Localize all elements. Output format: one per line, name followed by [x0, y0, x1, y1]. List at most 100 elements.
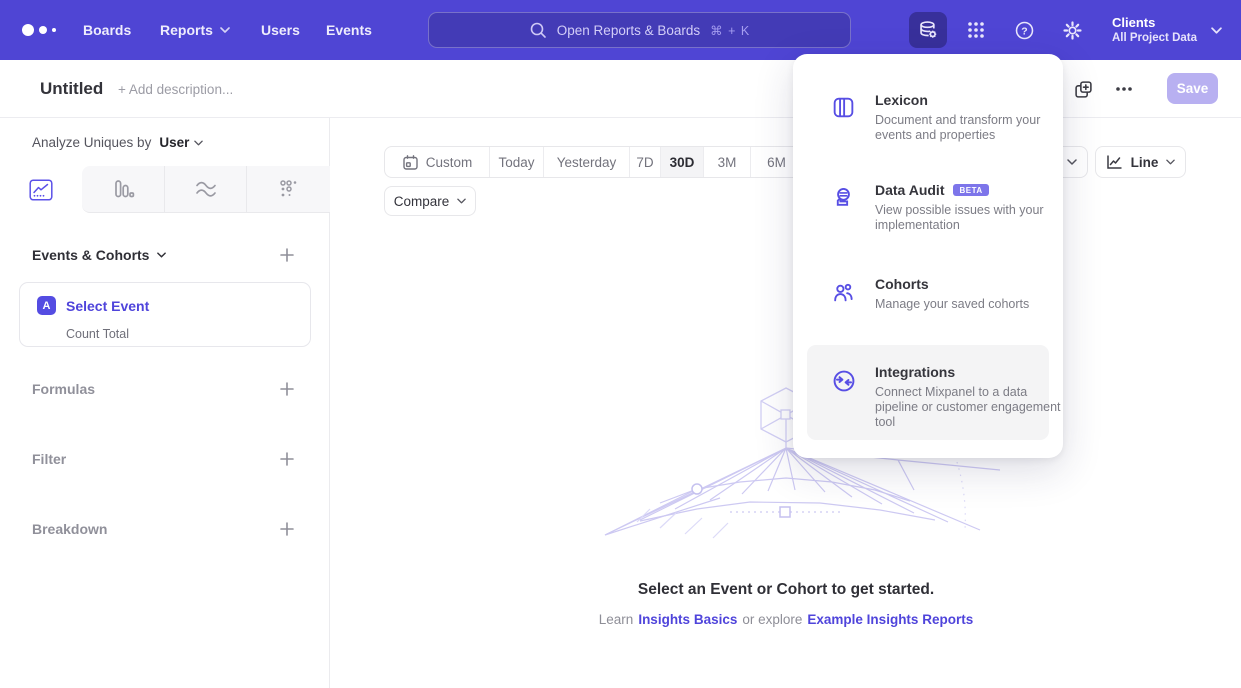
menu-item-integrations[interactable]: Integrations Connect Mixpanel to a data … [807, 345, 1049, 440]
nav-item-reports[interactable]: Reports [160, 0, 230, 60]
chevron-down-icon [194, 140, 203, 146]
tab-bar-chart[interactable] [82, 166, 164, 213]
range-30d[interactable]: 30D [661, 147, 704, 177]
chevron-down-icon [157, 252, 166, 258]
more-options-button[interactable] [1111, 77, 1137, 101]
tab-stacked-chart[interactable] [164, 166, 246, 213]
add-event-button[interactable] [278, 246, 296, 264]
line-chart-icon [1106, 154, 1123, 170]
query-builder-sidebar: Analyze Uniques by User [0, 118, 330, 688]
analyze-by-value: User [159, 135, 189, 150]
range-label: Custom [426, 155, 473, 170]
nav-item-users[interactable]: Users [261, 0, 300, 60]
empty-state-subtitle: Learn Insights Basics or explore Example… [331, 612, 1241, 627]
plus-icon [279, 247, 295, 263]
range-7d[interactable]: 7D [630, 147, 661, 177]
menu-item-title: Data Audit [875, 182, 944, 198]
top-navbar: Boards Reports Users Events Open Reports… [0, 0, 1241, 60]
line-chart-tab-icon [29, 179, 53, 201]
data-management-button[interactable] [909, 12, 947, 48]
event-metric-label[interactable]: Count Total [66, 327, 129, 341]
database-gear-icon [917, 19, 939, 41]
subtitle-text: or explore [742, 612, 802, 627]
menu-item-title: Integrations [875, 364, 955, 380]
search-shortcut: ⌘ + K [710, 23, 750, 38]
tab-line-chart[interactable] [0, 166, 82, 213]
chevron-down-icon [1166, 159, 1175, 165]
range-label: 3M [718, 155, 737, 170]
menu-item-description: Manage your saved cohorts [875, 297, 1067, 312]
analyze-by-dropdown[interactable]: User [159, 135, 203, 150]
events-section-label: Events & Cohorts [32, 247, 149, 263]
stream-chart-tab-icon [194, 180, 218, 199]
beta-badge: BETA [953, 184, 988, 196]
scatter-tab-icon [278, 178, 300, 200]
data-audit-icon [831, 185, 856, 210]
apps-grid-button[interactable] [957, 12, 995, 48]
event-series-badge: A [37, 296, 56, 315]
subtitle-text: Learn [599, 612, 634, 627]
chart-type-dropdown[interactable]: Line [1095, 146, 1186, 178]
help-button[interactable]: ? [1005, 12, 1043, 48]
range-custom[interactable]: Custom [385, 147, 490, 177]
menu-item-title: Cohorts [875, 276, 929, 292]
chart-type-label: Line [1131, 155, 1159, 170]
cohorts-icon [831, 280, 856, 305]
range-3m[interactable]: 3M [704, 147, 751, 177]
add-filter-button[interactable] [278, 450, 296, 468]
report-title[interactable]: Untitled [40, 79, 103, 99]
help-icon: ? [1014, 20, 1035, 41]
example-reports-link[interactable]: Example Insights Reports [807, 612, 973, 627]
mixpanel-logo-icon[interactable] [22, 22, 56, 38]
calendar-icon [402, 154, 419, 171]
range-label: 6M [767, 155, 786, 170]
nav-item-label: Events [326, 22, 372, 38]
menu-item-cohorts[interactable]: Cohorts Manage your saved cohorts [807, 272, 1049, 344]
insights-basics-link[interactable]: Insights Basics [638, 612, 737, 627]
chevron-down-icon [220, 27, 230, 33]
plus-icon [279, 451, 295, 467]
nav-item-events[interactable]: Events [326, 0, 372, 60]
add-formula-button[interactable] [278, 380, 296, 398]
menu-item-description: Connect Mixpanel to a data pipeline or c… [875, 385, 1067, 430]
plus-icon [279, 381, 295, 397]
range-label: Yesterday [557, 155, 617, 170]
range-label: 7D [636, 155, 653, 170]
event-card[interactable]: A Select Event Count Total [19, 282, 311, 347]
ellipsis-icon [1115, 86, 1133, 92]
menu-item-lexicon[interactable]: Lexicon Document and transform your even… [807, 86, 1049, 178]
project-label: All Project Data [1112, 31, 1197, 46]
nav-item-boards[interactable]: Boards [83, 0, 131, 60]
chevron-down-icon [1067, 159, 1077, 165]
range-today[interactable]: Today [490, 147, 544, 177]
plus-icon [279, 521, 295, 537]
svg-text:?: ? [1021, 25, 1027, 37]
empty-state-title: Select an Event or Cohort to get started… [331, 581, 1241, 599]
filter-section-label: Filter [32, 451, 66, 467]
gear-icon [1062, 20, 1083, 41]
range-label: 30D [670, 155, 695, 170]
org-label: Clients [1112, 15, 1197, 31]
menu-item-data-audit[interactable]: Data Audit BETA View possible issues wit… [807, 178, 1049, 272]
menu-item-title: Lexicon [875, 92, 928, 108]
nav-item-label: Boards [83, 22, 131, 38]
lexicon-icon [831, 95, 856, 120]
compare-dropdown[interactable]: Compare [384, 186, 476, 216]
duplicate-icon [1074, 80, 1093, 99]
add-breakdown-button[interactable] [278, 520, 296, 538]
settings-button[interactable] [1053, 12, 1091, 48]
select-event-label[interactable]: Select Event [66, 298, 149, 314]
events-cohorts-section-header[interactable]: Events & Cohorts [32, 247, 166, 263]
duplicate-button[interactable] [1071, 77, 1095, 101]
search-placeholder: Open Reports & Boards [557, 23, 700, 38]
range-yesterday[interactable]: Yesterday [544, 147, 630, 177]
nav-item-label: Users [261, 22, 300, 38]
global-search-input[interactable]: Open Reports & Boards ⌘ + K [428, 12, 851, 48]
tab-scatter-chart[interactable] [246, 166, 330, 213]
add-description-field[interactable]: + Add description... [118, 82, 233, 97]
project-switcher[interactable]: Clients All Project Data [1112, 10, 1222, 50]
save-button[interactable]: Save [1167, 73, 1218, 104]
chart-area: Custom Today Yesterday 7D 30D 3M 6M Comp… [331, 118, 1241, 688]
chart-type-tabs [0, 166, 330, 213]
nav-item-label: Reports [160, 22, 213, 38]
